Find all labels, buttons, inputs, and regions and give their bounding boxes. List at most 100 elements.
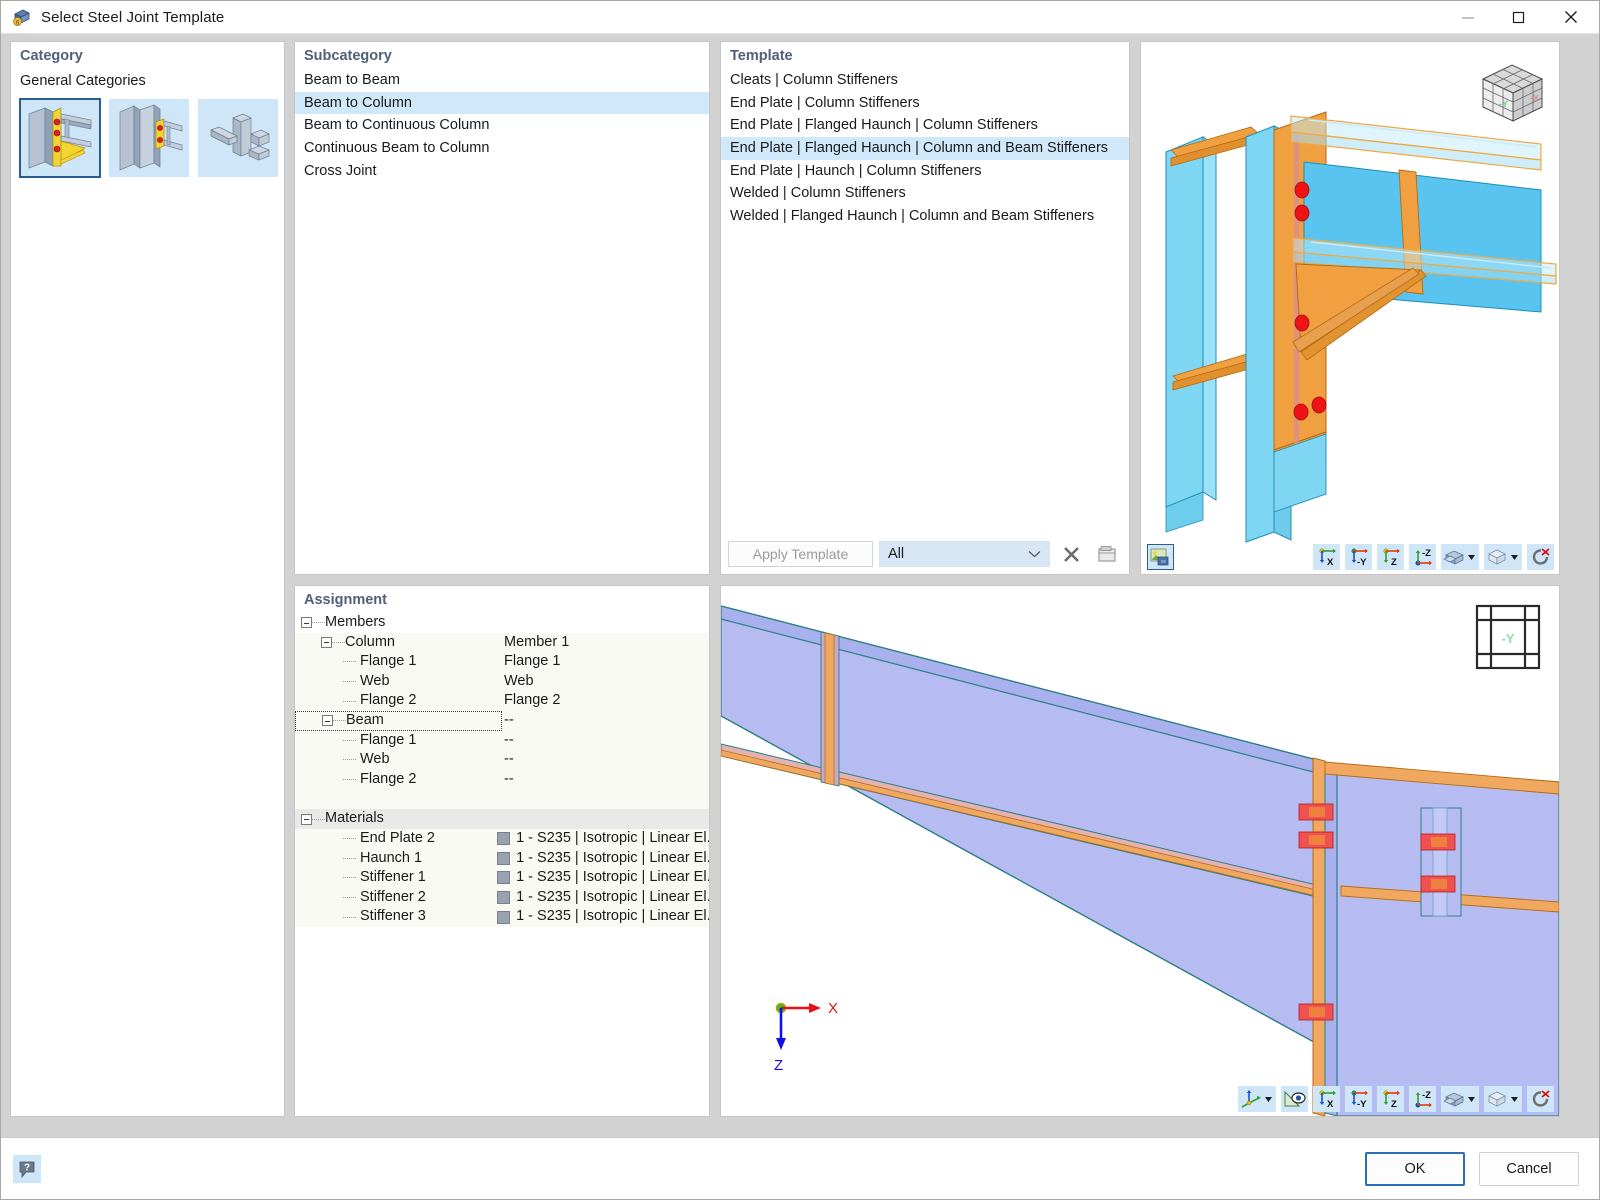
svg-text:Z: Z: [1391, 557, 1397, 567]
svg-text:-Y: -Y: [1357, 1099, 1367, 1109]
collapse-expander-icon[interactable]: [301, 617, 312, 629]
axis-negy-icon[interactable]: -Y: [1345, 544, 1372, 570]
render-image-icon[interactable]: [1147, 544, 1174, 570]
template-item-label: End Plate | Haunch | Column Stiffeners: [730, 162, 982, 179]
subcategory-item[interactable]: Beam to Continuous Column: [295, 114, 709, 137]
template-filter-value: All: [888, 546, 905, 562]
tree-row[interactable]: Flange 1 --: [295, 730, 709, 751]
joint-3d-preview[interactable]: -Y -X X -Y Z -Z: [1141, 42, 1559, 574]
tree-row-value: 1 - S235 | Isotropic | Linear El...: [516, 869, 709, 886]
help-question-icon[interactable]: ?: [13, 1154, 41, 1183]
viewport2d-toolbar: X -Y Z -Z: [1238, 1086, 1554, 1112]
chevron-down-icon: [1028, 546, 1041, 562]
subcategory-list[interactable]: Beam to Beam Beam to Column Beam to Contin…: [295, 69, 709, 559]
tree-group-row[interactable]: Materials: [295, 809, 709, 829]
joint-section-preview[interactable]: X Z -Y X -Y Z -Z: [721, 586, 1559, 1116]
tree-row-value-cell: --: [502, 711, 709, 731]
tree-row-label: Web: [360, 751, 390, 768]
axis-z-icon[interactable]: Z: [1377, 1086, 1404, 1112]
tree-row[interactable]: End Plate 2 1 - S235 | Isotropic | Linear…: [295, 828, 709, 849]
navigation-cube[interactable]: -Y -X: [1478, 57, 1548, 133]
axis-negz-icon[interactable]: -Z: [1409, 544, 1436, 570]
delete-x-icon[interactable]: [1056, 540, 1086, 568]
maximize-button[interactable]: [1493, 1, 1543, 34]
tree-row-label: End Plate 2: [360, 829, 435, 846]
dialog-buttons: OK Cancel: [1365, 1151, 1579, 1186]
template-panel: Template Cleats | Column Stiffeners End P…: [720, 41, 1130, 575]
subcategory-item[interactable]: Continuous Beam to Column: [295, 137, 709, 160]
reset-rotate-icon[interactable]: [1527, 544, 1554, 570]
collapse-expander-icon[interactable]: [301, 813, 312, 825]
tree-group-label-cell: Members: [295, 613, 502, 633]
category-panel: Category General Categories: [10, 41, 285, 1117]
wireframe-cube-icon[interactable]: [1484, 544, 1522, 570]
tree-row-value: 1 - S235 | Isotropic | Linear El...: [516, 829, 709, 846]
subcategory-item[interactable]: Beam to Beam: [295, 69, 709, 92]
collapse-expander-icon[interactable]: [321, 636, 332, 648]
tree-row[interactable]: Haunch 1 1 - S235 | Isotropic | Linear El…: [295, 848, 709, 869]
template-item[interactable]: End Plate | Column Stiffeners: [721, 92, 1129, 115]
tree-row[interactable]: Web --: [295, 750, 709, 770]
dialog-footer: ? OK Cancel: [1, 1137, 1599, 1199]
reset-rotate-icon[interactable]: [1527, 1086, 1554, 1112]
tree-row-value: --: [504, 751, 514, 768]
tree-row-label: Flange 2: [360, 770, 417, 787]
eye-visibility-icon[interactable]: [1281, 1086, 1308, 1112]
subcategory-item[interactable]: Beam to Column: [295, 91, 709, 115]
svg-text:?: ?: [24, 1162, 30, 1173]
category-thumb-beam-to-column-endplate[interactable]: [109, 99, 189, 177]
navigation-grid[interactable]: -Y: [1475, 604, 1541, 674]
tree-row[interactable]: Web Web: [295, 671, 709, 692]
tree-row-label-cell: Beam: [295, 710, 502, 731]
template-item[interactable]: Welded | Flanged Haunch | Column and Bea…: [721, 205, 1129, 228]
solid-blocks-icon[interactable]: [1441, 1086, 1479, 1112]
template-item[interactable]: End Plate | Flanged Haunch | Column and …: [721, 137, 1129, 160]
axis-negy-icon[interactable]: -Y: [1345, 1086, 1372, 1112]
solid-blocks-icon[interactable]: [1441, 544, 1479, 570]
tree-row-value-cell: Member 1: [502, 633, 709, 653]
category-thumb-beam-to-column-haunch[interactable]: [19, 98, 101, 178]
tree-row-label: Flange 1: [360, 653, 417, 670]
template-item[interactable]: Cleats | Column Stiffeners: [721, 69, 1129, 92]
assignment-panel-title: Assignment: [295, 586, 709, 613]
tree-row[interactable]: Stiffener 3 1 - S235 | Isotropic | Linear…: [295, 907, 709, 927]
tree-row[interactable]: Beam --: [295, 710, 709, 731]
tree-row[interactable]: Column Member 1: [295, 632, 709, 653]
tree-row[interactable]: Flange 1 Flange 1: [295, 652, 709, 672]
minimize-button[interactable]: [1443, 1, 1493, 34]
cancel-button[interactable]: Cancel: [1479, 1151, 1579, 1186]
axis-z-icon[interactable]: Z: [1377, 544, 1404, 570]
axis-x-icon[interactable]: X: [1313, 1086, 1340, 1112]
template-list[interactable]: Cleats | Column Stiffeners End Plate | Co…: [721, 69, 1129, 531]
tree-group-row[interactable]: Members: [295, 613, 709, 633]
category-thumb-cross-joint-tube[interactable]: [198, 99, 278, 177]
axis-x-icon[interactable]: X: [1313, 544, 1340, 570]
axis-negz-icon[interactable]: -Z: [1409, 1086, 1436, 1112]
tree-row-label-cell: Flange 2: [295, 770, 502, 790]
template-item[interactable]: End Plate | Haunch | Column Stiffeners: [721, 160, 1129, 183]
tree-row-value: --: [504, 770, 514, 787]
assignment-tree[interactable]: Members Column Member 1 Flange 1 Flange 1 Web…: [295, 613, 709, 927]
category-thumbnail-list: [11, 97, 284, 178]
tree-row[interactable]: Flange 2 Flange 2: [295, 691, 709, 711]
subcategory-item[interactable]: Cross Joint: [295, 160, 709, 183]
tree-row-label: Stiffener 3: [360, 908, 426, 925]
ok-button[interactable]: OK: [1365, 1151, 1465, 1186]
tree-row[interactable]: Stiffener 2 1 - S235 | Isotropic | Linear…: [295, 887, 709, 908]
tree-row[interactable]: Stiffener 1 1 - S235 | Isotropic | Linear…: [295, 868, 709, 888]
axis-triad-icon[interactable]: [1238, 1086, 1276, 1112]
tree-row-label: Column: [345, 633, 395, 650]
tree-row-value-cell: --: [502, 750, 709, 770]
collapse-expander-icon[interactable]: [322, 715, 333, 727]
template-item-label: Cleats | Column Stiffeners: [730, 72, 898, 88]
template-item[interactable]: End Plate | Flanged Haunch | Column Stif…: [721, 114, 1129, 137]
template-item-label: End Plate | Flanged Haunch | Column Stif…: [730, 117, 1038, 134]
apply-template-button[interactable]: Apply Template: [728, 541, 873, 567]
template-item[interactable]: Welded | Column Stiffeners: [721, 182, 1129, 205]
import-template-icon[interactable]: [1092, 540, 1122, 568]
tree-connector: [312, 622, 325, 624]
close-button[interactable]: [1543, 1, 1599, 34]
tree-row[interactable]: Flange 2 --: [295, 769, 709, 790]
wireframe-cube-icon[interactable]: [1484, 1086, 1522, 1112]
template-filter-combo[interactable]: All: [879, 541, 1050, 567]
